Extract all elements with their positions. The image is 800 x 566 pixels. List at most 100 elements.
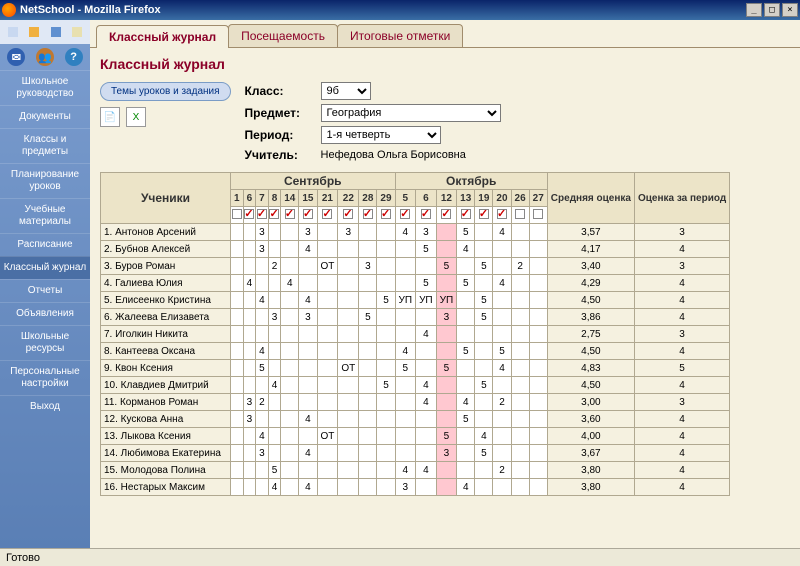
grade-cell[interactable]	[529, 292, 547, 309]
grade-cell[interactable]	[395, 309, 416, 326]
grade-cell[interactable]	[359, 394, 377, 411]
grade-cell[interactable]: 4	[395, 343, 416, 360]
grade-cell[interactable]	[243, 309, 256, 326]
grade-cell[interactable]	[281, 411, 299, 428]
grade-cell[interactable]	[338, 479, 359, 496]
grade-cell[interactable]	[475, 479, 493, 496]
grade-cell[interactable]: ОТ	[317, 258, 338, 275]
grade-cell[interactable]	[377, 275, 395, 292]
grade-cell[interactable]	[317, 479, 338, 496]
grade-cell[interactable]	[493, 479, 511, 496]
grade-cell[interactable]	[395, 411, 416, 428]
grade-cell[interactable]	[299, 360, 317, 377]
student-name[interactable]: 16. Нестарых Максим	[101, 479, 231, 496]
grade-cell[interactable]: 4	[395, 224, 416, 241]
grade-cell[interactable]	[281, 428, 299, 445]
grade-cell[interactable]: 4	[299, 411, 317, 428]
grade-cell[interactable]	[243, 428, 256, 445]
grade-cell[interactable]	[268, 411, 281, 428]
grade-cell[interactable]	[243, 377, 256, 394]
grade-cell[interactable]: 3	[299, 224, 317, 241]
grade-cell[interactable]	[493, 428, 511, 445]
grade-cell[interactable]	[395, 258, 416, 275]
day-header[interactable]: 29	[377, 190, 395, 207]
student-name[interactable]: 15. Молодова Полина	[101, 462, 231, 479]
grade-cell[interactable]	[231, 445, 244, 462]
grade-cell[interactable]: 5	[256, 360, 269, 377]
grade-cell[interactable]	[268, 326, 281, 343]
grade-cell[interactable]	[231, 479, 244, 496]
grade-cell[interactable]	[475, 411, 493, 428]
grade-cell[interactable]	[529, 377, 547, 394]
grade-cell[interactable]	[317, 292, 338, 309]
sidebar-item[interactable]: Школьное руководство	[0, 70, 90, 105]
grade-cell[interactable]	[317, 241, 338, 258]
grade-cell[interactable]	[511, 241, 529, 258]
grade-cell[interactable]: 3	[243, 394, 256, 411]
grade-cell[interactable]	[338, 326, 359, 343]
grade-cell[interactable]	[256, 326, 269, 343]
grade-cell[interactable]	[299, 462, 317, 479]
grade-cell[interactable]	[256, 479, 269, 496]
subject-select[interactable]: География	[321, 104, 501, 122]
grade-cell[interactable]	[268, 275, 281, 292]
grade-cell[interactable]	[377, 394, 395, 411]
grade-cell[interactable]	[475, 326, 493, 343]
grade-cell[interactable]: 4	[416, 462, 437, 479]
grade-cell[interactable]	[281, 241, 299, 258]
day-header[interactable]: 7	[256, 190, 269, 207]
grade-cell[interactable]	[299, 343, 317, 360]
day-header[interactable]: 21	[317, 190, 338, 207]
grade-cell[interactable]	[243, 462, 256, 479]
grade-cell[interactable]	[511, 428, 529, 445]
grade-cell[interactable]	[359, 411, 377, 428]
grade-cell[interactable]: 4	[475, 428, 493, 445]
grade-cell[interactable]	[395, 394, 416, 411]
day-checkbox[interactable]	[268, 207, 281, 224]
grade-cell[interactable]: УП	[395, 292, 416, 309]
grade-cell[interactable]: 5	[436, 428, 457, 445]
grade-cell[interactable]	[243, 241, 256, 258]
day-header[interactable]: 13	[457, 190, 475, 207]
grade-cell[interactable]	[493, 309, 511, 326]
tab[interactable]: Классный журнал	[96, 25, 229, 48]
grade-cell[interactable]	[256, 275, 269, 292]
grade-cell[interactable]	[243, 479, 256, 496]
grade-cell[interactable]	[493, 326, 511, 343]
day-header[interactable]: 20	[493, 190, 511, 207]
grade-cell[interactable]	[457, 428, 475, 445]
student-name[interactable]: 13. Лыкова Ксения	[101, 428, 231, 445]
grade-cell[interactable]: 4	[256, 343, 269, 360]
grade-cell[interactable]	[511, 445, 529, 462]
grade-cell[interactable]	[529, 326, 547, 343]
grade-cell[interactable]	[475, 275, 493, 292]
day-header[interactable]: 28	[359, 190, 377, 207]
grade-cell[interactable]	[231, 241, 244, 258]
grade-cell[interactable]	[359, 377, 377, 394]
grade-cell[interactable]	[436, 394, 457, 411]
grade-cell[interactable]: ОТ	[338, 360, 359, 377]
day-checkbox[interactable]	[281, 207, 299, 224]
grade-cell[interactable]	[511, 479, 529, 496]
grade-cell[interactable]	[457, 462, 475, 479]
grade-cell[interactable]	[436, 479, 457, 496]
grade-cell[interactable]: 5	[457, 411, 475, 428]
grade-cell[interactable]: 4	[493, 224, 511, 241]
grade-cell[interactable]	[493, 411, 511, 428]
grade-cell[interactable]: УП	[436, 292, 457, 309]
day-checkbox[interactable]	[436, 207, 457, 224]
sidebar-item[interactable]: Планирование уроков	[0, 163, 90, 198]
grade-cell[interactable]	[457, 258, 475, 275]
sidebar-item[interactable]: Расписание	[0, 233, 90, 256]
grade-cell[interactable]: 2	[268, 258, 281, 275]
grade-cell[interactable]	[243, 445, 256, 462]
grade-cell[interactable]	[231, 462, 244, 479]
grade-cell[interactable]: 4	[299, 292, 317, 309]
grade-cell[interactable]	[299, 258, 317, 275]
grade-cell[interactable]: 4	[256, 428, 269, 445]
grade-cell[interactable]	[231, 428, 244, 445]
grade-cell[interactable]	[338, 309, 359, 326]
student-name[interactable]: 2. Бубнов Алексей	[101, 241, 231, 258]
day-checkbox[interactable]	[475, 207, 493, 224]
grade-cell[interactable]	[338, 394, 359, 411]
